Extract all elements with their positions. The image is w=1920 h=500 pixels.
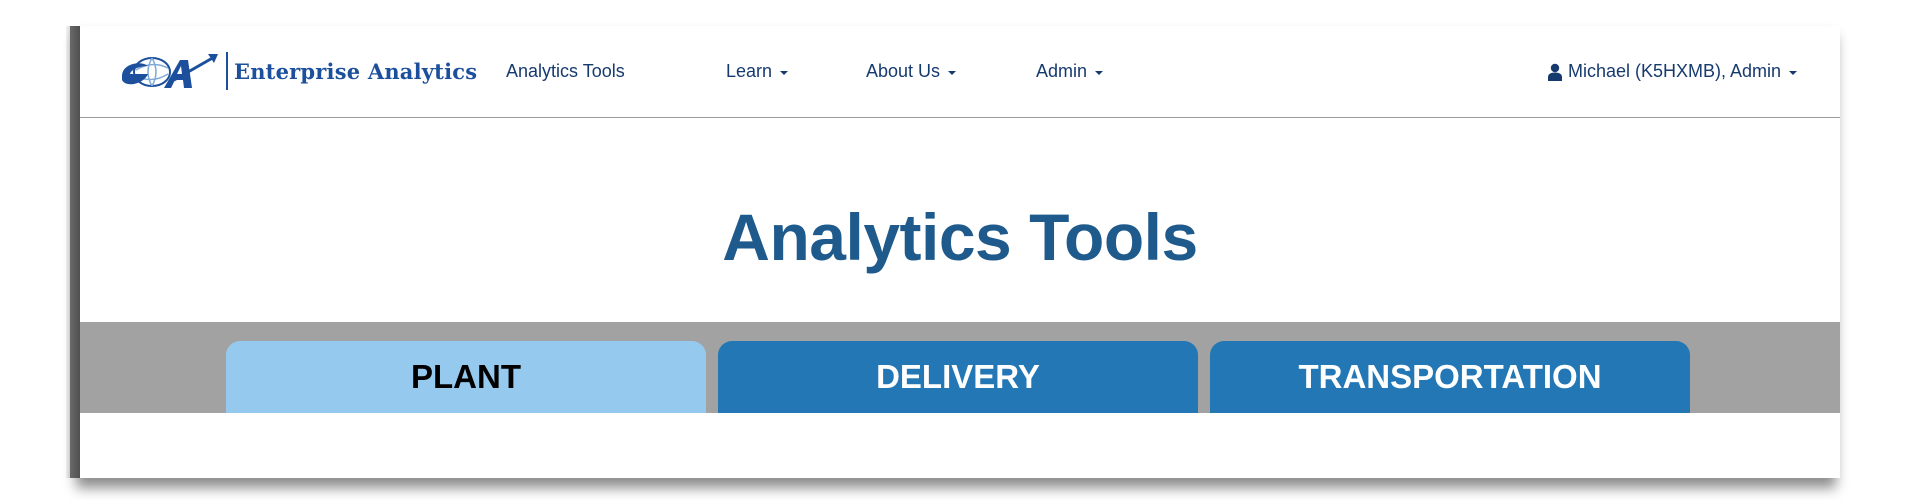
- top-navbar: Enterprise Analytics Analytics Tools Lea…: [80, 26, 1840, 118]
- nav-admin-label: Admin: [1036, 61, 1088, 81]
- nav-analytics-tools-label: Analytics Tools: [506, 61, 625, 81]
- tab-delivery[interactable]: DELIVERY: [718, 341, 1198, 413]
- page-title: Analytics Tools: [722, 200, 1198, 274]
- caret-down-icon: [1095, 70, 1104, 75]
- nav-admin-dropdown[interactable]: Admin: [1036, 61, 1104, 82]
- user-menu-dropdown[interactable]: Michael (K5HXMB), Admin: [1548, 61, 1798, 82]
- tab-plant-label: PLANT: [411, 358, 521, 395]
- brand-divider: [226, 52, 228, 90]
- user-icon: [1548, 63, 1562, 81]
- tool-tab-bar: PLANT DELIVERY TRANSPORTATION: [80, 322, 1840, 413]
- nav-learn-label: Learn: [726, 61, 773, 81]
- tab-transportation-label: TRANSPORTATION: [1298, 358, 1602, 395]
- nav-analytics-tools[interactable]: Analytics Tools: [506, 61, 625, 82]
- caret-down-icon: [1789, 70, 1798, 75]
- tab-delivery-label: DELIVERY: [876, 358, 1040, 395]
- tab-plant[interactable]: PLANT: [226, 341, 706, 413]
- nav-about-us-dropdown[interactable]: About Us: [866, 61, 957, 82]
- caret-down-icon: [948, 70, 957, 75]
- ea-logo-icon: [122, 54, 218, 88]
- nav-learn-dropdown[interactable]: Learn: [726, 61, 789, 82]
- brand-link[interactable]: Enterprise Analytics: [118, 50, 477, 92]
- nav-about-us-label: About Us: [866, 61, 941, 81]
- tab-transportation[interactable]: TRANSPORTATION: [1210, 341, 1690, 413]
- brand-name: Enterprise Analytics: [234, 58, 478, 84]
- caret-down-icon: [780, 70, 789, 75]
- user-menu-label: Michael (K5HXMB), Admin: [1568, 61, 1782, 81]
- app-window: Enterprise Analytics Analytics Tools Lea…: [66, 26, 1840, 478]
